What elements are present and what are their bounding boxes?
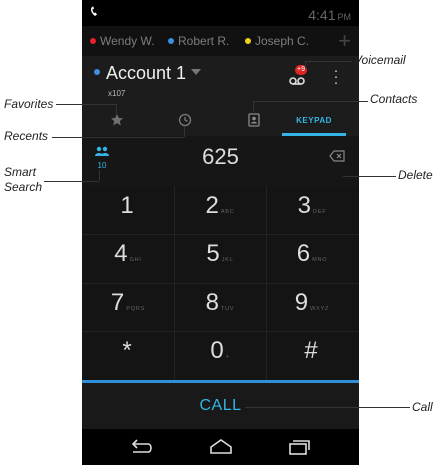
phone-screen: 4:41 PM Wendy W. Robert R. Joseph C. + Ac… [82,0,359,465]
key-letters: DEF [312,209,327,215]
callout-delete: Delete [398,168,433,182]
account-chip-robert[interactable]: Robert R. [168,34,229,48]
key-digit: 1 [120,192,134,219]
account-color-dot [168,38,174,44]
key-digit: * [122,337,132,364]
key-letters: + [225,354,230,360]
add-account-icon[interactable]: + [338,28,351,54]
account-extension: x107 [108,89,126,98]
call-button[interactable]: CALL [82,383,359,429]
callout-line [44,181,99,182]
key-2[interactable]: 2 ABC [174,186,266,234]
callout-smart-search-line1: Smart [4,165,37,179]
tab-bar: KEYPAD [82,104,359,136]
callout-line [56,104,116,105]
account-chip-wendy[interactable]: Wendy W. [90,34,154,48]
dropdown-caret-icon [191,69,202,75]
system-nav-bar [82,429,359,465]
key-digit: 4 [114,240,128,267]
callout-line [52,137,184,138]
callout-line [305,61,352,62]
key-digit: 5 [206,240,220,267]
phone-handset-icon [90,6,99,20]
key-5[interactable]: 5 JKL [174,234,266,282]
key-hash[interactable]: # [266,331,358,379]
nav-back-icon[interactable] [126,435,156,459]
key-letters: TUV [220,306,235,312]
callout-line [253,101,368,102]
callout-call: Call [412,400,433,414]
key-digit: 9 [294,289,309,316]
callout-favorites: Favorites [4,97,54,111]
dialed-number-row: 10 625 [82,136,359,186]
status-bar: 4:41 PM [82,0,359,26]
callout-smart-search-line2: Search [4,180,43,194]
key-9[interactable]: 9 WXYZ [266,283,358,331]
key-letters: MNO [312,257,328,263]
callout-line [116,104,117,114]
tab-contacts[interactable] [227,104,281,136]
callout-line [184,126,185,137]
callout-voicemail: Voicemail [354,53,406,67]
key-letters: WXYZ [310,306,330,312]
key-letters: ABC [220,209,235,215]
tab-recents[interactable] [158,104,212,136]
star-icon [111,114,123,126]
account-selector[interactable]: Account 1 [94,63,202,84]
key-1[interactable]: 1 [82,186,174,234]
callout-contacts: Contacts [370,92,418,106]
contact-card-icon [248,113,260,127]
key-digit: # [304,337,318,364]
accounts-row: Wendy W. Robert R. Joseph C. + [82,26,359,56]
key-digit: 6 [296,240,311,267]
key-letters: JKL [221,257,234,263]
account-chip-joseph[interactable]: Joseph C. [245,34,309,48]
account-chip-label: Wendy W. [100,34,155,48]
account-header: Account 1 x107 +9 · · · [82,56,359,104]
key-digit: 2 [205,192,219,219]
key-digit: 0 [210,337,224,364]
key-7[interactable]: 7 PQRS [82,283,174,331]
callout-line [253,101,254,112]
key-4[interactable]: 4 GHI [82,234,174,282]
clock-icon [178,113,192,127]
key-0[interactable]: 0 + [174,331,266,379]
callout-recents: Recents [4,129,49,143]
backspace-icon [329,150,345,162]
account-color-dot [245,38,251,44]
callout-smart-search: Smart Search [4,165,42,195]
overflow-menu-icon[interactable]: · · · [329,63,343,90]
clock-ampm: PM [337,12,352,22]
key-letters: GHI [129,257,142,263]
callout-line [343,176,396,177]
key-3[interactable]: 3 DEF [266,186,358,234]
account-chip-label: Joseph C. [255,34,310,48]
key-8[interactable]: 8 TUV [174,283,266,331]
key-letters: PQRS [126,306,146,312]
account-name: Account 1 [106,63,187,83]
key-digit: 7 [110,289,125,316]
nav-home-icon[interactable] [206,435,236,459]
tab-favorites[interactable] [90,104,144,136]
nav-recents-icon[interactable] [284,435,314,459]
voicemail-button[interactable]: +9 [287,65,309,88]
account-color-dot [90,38,96,44]
dialed-number-display[interactable]: 625 [82,144,359,170]
callout-line [99,170,100,181]
key-star[interactable]: * [82,331,174,379]
key-digit: 8 [205,289,219,316]
clock-time: 4:41 [308,7,336,23]
account-color-dot [94,69,100,75]
key-6[interactable]: 6 MNO [266,234,358,282]
account-chip-label: Robert R. [178,34,230,48]
delete-button[interactable] [329,149,345,163]
key-digit: 3 [297,192,311,219]
callout-line [245,407,410,408]
callout-line [305,61,306,69]
status-clock: 4:41 PM [308,7,351,23]
tab-keypad[interactable]: KEYPAD [282,104,346,136]
dial-keypad: 1 2 ABC 3 DEF 4 GHI 5 JKL 6 MNO 7 PQRS 8 TUV 9W… [82,186,359,380]
